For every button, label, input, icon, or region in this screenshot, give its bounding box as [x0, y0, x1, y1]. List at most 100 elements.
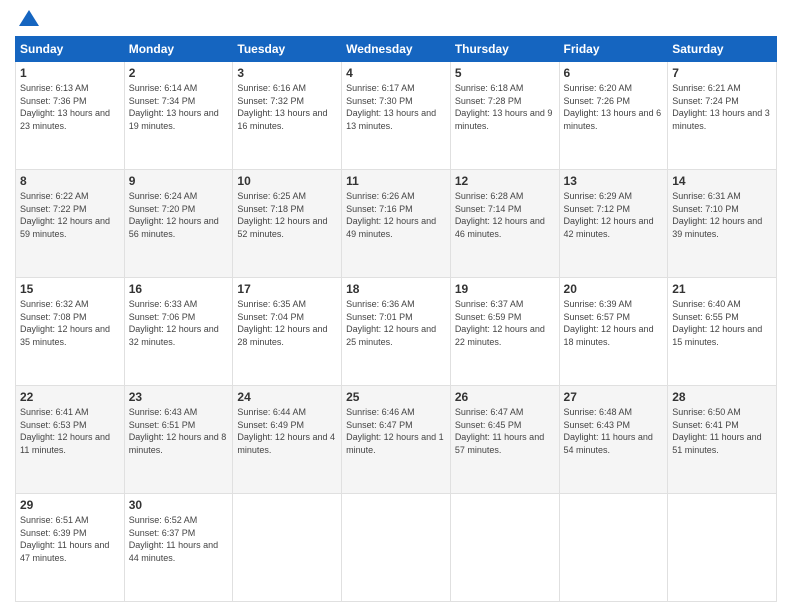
day-info: Sunrise: 6:32 AM Sunset: 7:08 PM Dayligh… [20, 298, 120, 348]
sunset-label: Sunset: 7:32 PM [237, 96, 304, 106]
sunrise-label: Sunrise: 6:22 AM [20, 191, 89, 201]
sunset-label: Sunset: 7:08 PM [20, 312, 87, 322]
daylight-label: Daylight: 11 hours and 54 minutes. [564, 432, 653, 455]
day-number: 22 [20, 390, 120, 404]
day-info: Sunrise: 6:51 AM Sunset: 6:39 PM Dayligh… [20, 514, 120, 564]
calendar-cell: 17 Sunrise: 6:35 AM Sunset: 7:04 PM Dayl… [233, 278, 342, 386]
sunset-label: Sunset: 7:20 PM [129, 204, 196, 214]
sunset-label: Sunset: 7:34 PM [129, 96, 196, 106]
calendar-cell: 22 Sunrise: 6:41 AM Sunset: 6:53 PM Dayl… [16, 386, 125, 494]
col-tuesday: Tuesday [233, 37, 342, 62]
calendar-header-row: Sunday Monday Tuesday Wednesday Thursday… [16, 37, 777, 62]
calendar-cell: 8 Sunrise: 6:22 AM Sunset: 7:22 PM Dayli… [16, 170, 125, 278]
calendar-cell: 28 Sunrise: 6:50 AM Sunset: 6:41 PM Dayl… [668, 386, 777, 494]
calendar-cell: 27 Sunrise: 6:48 AM Sunset: 6:43 PM Dayl… [559, 386, 668, 494]
daylight-label: Daylight: 13 hours and 9 minutes. [455, 108, 553, 131]
sunset-label: Sunset: 7:16 PM [346, 204, 413, 214]
sunset-label: Sunset: 7:28 PM [455, 96, 522, 106]
sunrise-label: Sunrise: 6:29 AM [564, 191, 633, 201]
day-info: Sunrise: 6:46 AM Sunset: 6:47 PM Dayligh… [346, 406, 446, 456]
day-number: 25 [346, 390, 446, 404]
sunset-label: Sunset: 7:12 PM [564, 204, 631, 214]
daylight-label: Daylight: 12 hours and 4 minutes. [237, 432, 335, 455]
sunrise-label: Sunrise: 6:46 AM [346, 407, 415, 417]
day-number: 15 [20, 282, 120, 296]
day-info: Sunrise: 6:18 AM Sunset: 7:28 PM Dayligh… [455, 82, 555, 132]
day-info: Sunrise: 6:36 AM Sunset: 7:01 PM Dayligh… [346, 298, 446, 348]
day-number: 5 [455, 66, 555, 80]
day-info: Sunrise: 6:50 AM Sunset: 6:41 PM Dayligh… [672, 406, 772, 456]
day-info: Sunrise: 6:40 AM Sunset: 6:55 PM Dayligh… [672, 298, 772, 348]
day-number: 29 [20, 498, 120, 512]
sunset-label: Sunset: 7:22 PM [20, 204, 87, 214]
sunrise-label: Sunrise: 6:25 AM [237, 191, 306, 201]
calendar-cell: 1 Sunrise: 6:13 AM Sunset: 7:36 PM Dayli… [16, 62, 125, 170]
calendar-cell: 23 Sunrise: 6:43 AM Sunset: 6:51 PM Dayl… [124, 386, 233, 494]
day-info: Sunrise: 6:41 AM Sunset: 6:53 PM Dayligh… [20, 406, 120, 456]
daylight-label: Daylight: 12 hours and 52 minutes. [237, 216, 327, 239]
day-number: 27 [564, 390, 664, 404]
sunset-label: Sunset: 6:37 PM [129, 528, 196, 538]
sunset-label: Sunset: 7:26 PM [564, 96, 631, 106]
sunrise-label: Sunrise: 6:17 AM [346, 83, 415, 93]
sunrise-label: Sunrise: 6:36 AM [346, 299, 415, 309]
sunset-label: Sunset: 7:06 PM [129, 312, 196, 322]
day-info: Sunrise: 6:43 AM Sunset: 6:51 PM Dayligh… [129, 406, 229, 456]
calendar-cell: 12 Sunrise: 6:28 AM Sunset: 7:14 PM Dayl… [450, 170, 559, 278]
daylight-label: Daylight: 12 hours and 46 minutes. [455, 216, 545, 239]
sunrise-label: Sunrise: 6:32 AM [20, 299, 89, 309]
sunset-label: Sunset: 6:49 PM [237, 420, 304, 430]
daylight-label: Daylight: 12 hours and 18 minutes. [564, 324, 654, 347]
sunset-label: Sunset: 6:55 PM [672, 312, 739, 322]
calendar-cell: 30 Sunrise: 6:52 AM Sunset: 6:37 PM Dayl… [124, 494, 233, 602]
calendar-cell: 16 Sunrise: 6:33 AM Sunset: 7:06 PM Dayl… [124, 278, 233, 386]
day-number: 7 [672, 66, 772, 80]
day-info: Sunrise: 6:20 AM Sunset: 7:26 PM Dayligh… [564, 82, 664, 132]
day-number: 20 [564, 282, 664, 296]
daylight-label: Daylight: 13 hours and 16 minutes. [237, 108, 327, 131]
daylight-label: Daylight: 12 hours and 11 minutes. [20, 432, 110, 455]
day-info: Sunrise: 6:22 AM Sunset: 7:22 PM Dayligh… [20, 190, 120, 240]
sunset-label: Sunset: 7:10 PM [672, 204, 739, 214]
sunset-label: Sunset: 6:41 PM [672, 420, 739, 430]
daylight-label: Daylight: 12 hours and 1 minute. [346, 432, 444, 455]
sunset-label: Sunset: 7:30 PM [346, 96, 413, 106]
sunset-label: Sunset: 6:39 PM [20, 528, 87, 538]
sunrise-label: Sunrise: 6:41 AM [20, 407, 89, 417]
day-number: 30 [129, 498, 229, 512]
col-monday: Monday [124, 37, 233, 62]
sunset-label: Sunset: 7:36 PM [20, 96, 87, 106]
daylight-label: Daylight: 12 hours and 22 minutes. [455, 324, 545, 347]
daylight-label: Daylight: 13 hours and 19 minutes. [129, 108, 219, 131]
calendar-cell: 19 Sunrise: 6:37 AM Sunset: 6:59 PM Dayl… [450, 278, 559, 386]
day-info: Sunrise: 6:47 AM Sunset: 6:45 PM Dayligh… [455, 406, 555, 456]
daylight-label: Daylight: 12 hours and 59 minutes. [20, 216, 110, 239]
sunrise-label: Sunrise: 6:47 AM [455, 407, 524, 417]
sunrise-label: Sunrise: 6:39 AM [564, 299, 633, 309]
day-info: Sunrise: 6:52 AM Sunset: 6:37 PM Dayligh… [129, 514, 229, 564]
sunrise-label: Sunrise: 6:40 AM [672, 299, 741, 309]
day-number: 11 [346, 174, 446, 188]
day-info: Sunrise: 6:29 AM Sunset: 7:12 PM Dayligh… [564, 190, 664, 240]
day-info: Sunrise: 6:31 AM Sunset: 7:10 PM Dayligh… [672, 190, 772, 240]
calendar-cell [668, 494, 777, 602]
daylight-label: Daylight: 11 hours and 51 minutes. [672, 432, 761, 455]
day-number: 23 [129, 390, 229, 404]
daylight-label: Daylight: 13 hours and 3 minutes. [672, 108, 770, 131]
day-number: 14 [672, 174, 772, 188]
sunrise-label: Sunrise: 6:51 AM [20, 515, 89, 525]
sunrise-label: Sunrise: 6:43 AM [129, 407, 198, 417]
day-number: 3 [237, 66, 337, 80]
calendar-week-row: 1 Sunrise: 6:13 AM Sunset: 7:36 PM Dayli… [16, 62, 777, 170]
calendar-cell [450, 494, 559, 602]
day-number: 18 [346, 282, 446, 296]
sunrise-label: Sunrise: 6:16 AM [237, 83, 306, 93]
calendar-week-row: 15 Sunrise: 6:32 AM Sunset: 7:08 PM Dayl… [16, 278, 777, 386]
col-sunday: Sunday [16, 37, 125, 62]
calendar-cell: 20 Sunrise: 6:39 AM Sunset: 6:57 PM Dayl… [559, 278, 668, 386]
col-thursday: Thursday [450, 37, 559, 62]
calendar-cell: 14 Sunrise: 6:31 AM Sunset: 7:10 PM Dayl… [668, 170, 777, 278]
sunrise-label: Sunrise: 6:33 AM [129, 299, 198, 309]
day-number: 28 [672, 390, 772, 404]
day-info: Sunrise: 6:44 AM Sunset: 6:49 PM Dayligh… [237, 406, 337, 456]
